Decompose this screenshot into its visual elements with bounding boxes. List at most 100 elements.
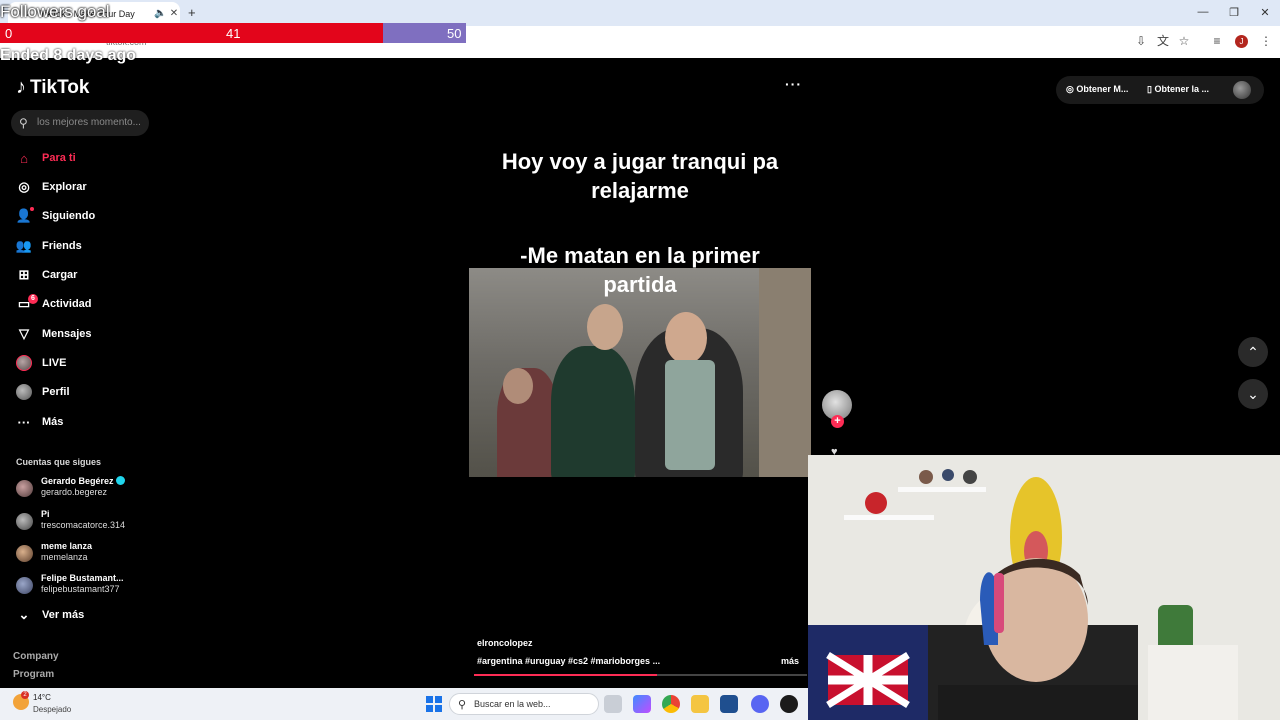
chevron-down-icon: ⌄ bbox=[1247, 386, 1259, 402]
video-progress-fill bbox=[474, 674, 658, 676]
nav-mensajes[interactable]: ▽ Mensajes bbox=[16, 324, 92, 344]
nav-label: Perfil bbox=[42, 386, 70, 398]
search-icon: ⚲ bbox=[19, 116, 28, 130]
chevron-up-icon: ⌃ bbox=[1247, 344, 1259, 360]
user-avatar[interactable] bbox=[1233, 81, 1251, 99]
previous-video-button[interactable]: ⌃ bbox=[1238, 337, 1268, 367]
get-coins-button[interactable]: ◎ Obtener M... bbox=[1066, 84, 1128, 95]
goal-target-value: 50 bbox=[447, 26, 462, 41]
following-name: Pi bbox=[41, 509, 50, 519]
windows-start-icon[interactable] bbox=[426, 696, 442, 712]
goal-label: Followers goal bbox=[0, 2, 110, 21]
following-username: gerardo.begerez bbox=[41, 487, 108, 497]
messages-icon: ▽ bbox=[19, 326, 29, 341]
get-coins-label: Obtener M... bbox=[1076, 84, 1129, 94]
nav-label: Siguiendo bbox=[42, 210, 96, 222]
translate-icon[interactable]: 文 bbox=[1156, 34, 1170, 48]
video-caption-line: partida bbox=[603, 272, 677, 297]
discord-icon[interactable] bbox=[751, 695, 769, 713]
nav-label: Actividad bbox=[42, 298, 92, 310]
following-item[interactable]: meme lanza memelanza bbox=[16, 541, 92, 563]
goal-status: Ended 8 days ago bbox=[0, 47, 137, 64]
home-icon: ⌂ bbox=[20, 150, 28, 166]
taskbar-search-placeholder: Buscar en la web... bbox=[474, 699, 551, 709]
following-username: felipebustamant377 bbox=[41, 584, 120, 594]
webcam-overlay bbox=[808, 455, 1280, 720]
footer-company[interactable]: Company bbox=[13, 651, 59, 662]
video-progress-bar[interactable] bbox=[474, 674, 807, 676]
search-input[interactable]: ⚲ los mejores momento... bbox=[11, 110, 149, 136]
nav-live[interactable]: LIVE bbox=[16, 353, 66, 373]
nav-para-ti[interactable]: ⌂ Para ti bbox=[16, 148, 76, 168]
verified-icon bbox=[115, 476, 125, 485]
following-item[interactable]: Pi trescomacatorce.314 bbox=[16, 509, 125, 531]
follow-plus-icon[interactable]: + bbox=[831, 415, 844, 428]
compass-icon: ◎ bbox=[18, 179, 30, 194]
avatar bbox=[16, 480, 33, 497]
logo-text: TikTok bbox=[30, 76, 90, 98]
footer-program[interactable]: Program bbox=[13, 669, 54, 680]
nav-mas[interactable]: ··· Más bbox=[16, 412, 64, 432]
video-author[interactable]: elroncolopez bbox=[477, 638, 533, 648]
coin-icon: ◎ bbox=[1066, 84, 1074, 94]
activity-badge: 6 bbox=[28, 294, 38, 304]
following-dot bbox=[30, 207, 34, 211]
following-section-title: Cuentas que sigues bbox=[16, 457, 102, 467]
avatar bbox=[16, 545, 33, 562]
nav-explorar[interactable]: ◎ Explorar bbox=[16, 177, 87, 197]
profile-icon bbox=[16, 384, 32, 400]
search-placeholder: los mejores momento... bbox=[37, 117, 141, 128]
avatar bbox=[16, 577, 33, 594]
search-icon: ⚲ bbox=[458, 699, 467, 711]
see-more-button[interactable]: ⌄ Ver más bbox=[16, 605, 85, 625]
nav-siguiendo[interactable]: 👤 Siguiendo bbox=[16, 206, 95, 226]
following-name: Felipe Bustamant... bbox=[41, 573, 124, 583]
bookmark-star-icon[interactable]: ☆ bbox=[1177, 34, 1191, 48]
task-view-icon[interactable] bbox=[604, 695, 622, 713]
nav-cargar[interactable]: ⊞ Cargar bbox=[16, 265, 78, 285]
reading-list-icon[interactable]: ≡ bbox=[1210, 34, 1224, 48]
app-icon[interactable] bbox=[780, 695, 798, 713]
friends-icon: 👥 bbox=[15, 238, 33, 253]
nav-label: Friends bbox=[42, 240, 82, 252]
get-app-label: Obtener la ... bbox=[1154, 84, 1209, 94]
audio-icon[interactable]: 🔈 bbox=[154, 8, 166, 20]
more-button[interactable]: más bbox=[781, 656, 799, 666]
nav-label: Cargar bbox=[42, 269, 78, 281]
video-frame[interactable] bbox=[469, 268, 811, 477]
chrome-icon[interactable] bbox=[662, 695, 680, 713]
profile-avatar[interactable]: J bbox=[1235, 35, 1248, 48]
get-app-button[interactable]: ▯ Obtener la ... bbox=[1147, 84, 1209, 95]
video-options-icon[interactable]: ··· bbox=[785, 76, 802, 92]
close-window-icon[interactable]: ✕ bbox=[1258, 6, 1272, 19]
taskbar-search[interactable]: ⚲ Buscar en la web... bbox=[449, 693, 599, 715]
weather-temperature: 14°C bbox=[33, 693, 51, 702]
following-username: trescomacatorce.314 bbox=[41, 520, 126, 530]
copilot-icon[interactable] bbox=[633, 695, 651, 713]
minimize-icon[interactable]: — bbox=[1196, 6, 1210, 18]
video-caption-line: relajarme bbox=[591, 178, 689, 203]
avatar bbox=[16, 513, 33, 530]
following-item[interactable]: Gerardo Begérez gerardo.begerez bbox=[16, 476, 125, 498]
goal-bar-fill bbox=[0, 23, 383, 43]
tiktok-note-icon: ♪ bbox=[16, 76, 26, 98]
nav-label: Explorar bbox=[42, 181, 87, 193]
video-hashtags[interactable]: #argentina #uruguay #cs2 #marioborges ..… bbox=[477, 656, 660, 666]
tiktok-logo[interactable]: ♪ TikTok bbox=[16, 76, 89, 99]
file-explorer-icon[interactable] bbox=[691, 695, 709, 713]
chevron-down-icon: ⌄ bbox=[18, 607, 30, 622]
following-name: Gerardo Begérez bbox=[41, 476, 114, 486]
nav-label: Para ti bbox=[42, 152, 76, 164]
following-item[interactable]: Felipe Bustamant... felipebustamant377 bbox=[16, 573, 124, 595]
video-caption-line: Hoy voy a jugar tranqui pa bbox=[501, 149, 779, 174]
menu-icon[interactable]: ⋮ bbox=[1259, 34, 1273, 48]
install-icon[interactable]: ⇩ bbox=[1134, 34, 1148, 48]
taskbar bbox=[0, 688, 808, 720]
next-video-button[interactable]: ⌄ bbox=[1238, 379, 1268, 409]
restore-icon[interactable]: ❐ bbox=[1227, 6, 1241, 19]
store-icon[interactable] bbox=[720, 695, 738, 713]
new-tab-icon[interactable]: + bbox=[188, 5, 196, 20]
nav-friends[interactable]: 👥 Friends bbox=[16, 236, 82, 256]
close-tab-icon[interactable]: ✕ bbox=[168, 8, 180, 20]
nav-perfil[interactable]: Perfil bbox=[16, 382, 70, 402]
